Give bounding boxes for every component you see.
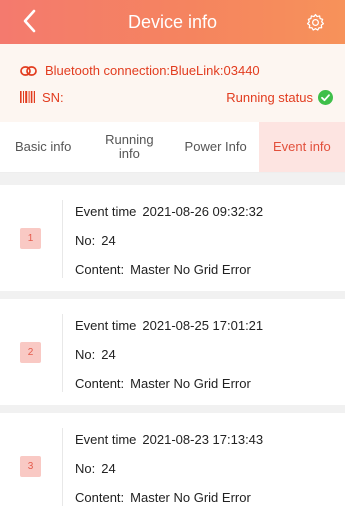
event-card: 1 Event time 2021-08-26 09:32:32 No: 24 Co…	[0, 185, 345, 291]
event-time-row: Event time 2021-08-25 17:01:21	[75, 318, 264, 333]
event-time-row: Event time 2021-08-23 17:13:43	[75, 432, 264, 447]
tab-event-info-label: Event info	[272, 139, 331, 154]
event-content-row: Content: Master No Grid Error	[75, 490, 251, 505]
app-header: Device info	[0, 0, 345, 44]
event-no-row: No: 24	[75, 461, 116, 476]
page-title: Device info	[127, 12, 218, 32]
link-icon	[20, 65, 37, 76]
divider	[0, 291, 345, 299]
running-status-label: Running status	[226, 89, 313, 105]
tab-basic-info-label: Basic info	[14, 139, 72, 154]
barcode-icon	[20, 91, 35, 103]
divider	[62, 314, 63, 392]
divider	[62, 200, 63, 278]
event-card: 2 Event time 2021-08-25 17:01:21 No: 24 Co…	[0, 299, 345, 405]
bluetooth-connection-text: Bluetooth connection:BlueLink:03440	[45, 63, 260, 78]
tab-running-info[interactable]: Running info	[86, 122, 172, 172]
sn-label: SN:	[42, 89, 64, 105]
event-index-badge: 1	[20, 228, 41, 249]
event-content-row: Content: Master No Grid Error	[75, 262, 251, 277]
tab-power-info-label: Power Info	[184, 139, 247, 154]
event-list: 1 Event time 2021-08-26 09:32:32 No: 24 Co…	[0, 185, 345, 519]
gear-icon[interactable]	[306, 13, 325, 32]
tab-bar: Basic info Running info Power Info Event …	[0, 122, 345, 173]
check-circle-icon	[318, 89, 333, 105]
divider	[0, 173, 345, 185]
tab-running-info-label: Running info	[105, 132, 154, 161]
event-index-badge: 2	[20, 342, 41, 363]
bluetooth-row: Bluetooth connection:BlueLink:03440	[20, 63, 260, 78]
tab-power-info[interactable]: Power Info	[173, 122, 259, 172]
running-status: Running status	[226, 89, 333, 105]
device-summary: Bluetooth connection:BlueLink:03440 SN: …	[0, 44, 345, 122]
tab-basic-info[interactable]: Basic info	[0, 122, 86, 172]
event-no-row: No: 24	[75, 233, 116, 248]
divider	[0, 405, 345, 413]
event-card: 3 Event time 2021-08-23 17:13:43 No: 24 Co…	[0, 413, 345, 519]
tab-event-info[interactable]: Event info	[258, 122, 345, 172]
divider	[62, 428, 63, 506]
event-no-row: No: 24	[75, 347, 116, 362]
event-index-badge: 3	[20, 456, 41, 477]
sn-row: SN:	[20, 90, 64, 105]
event-time-row: Event time 2021-08-26 09:32:32	[75, 204, 264, 219]
event-content-row: Content: Master No Grid Error	[75, 376, 251, 391]
